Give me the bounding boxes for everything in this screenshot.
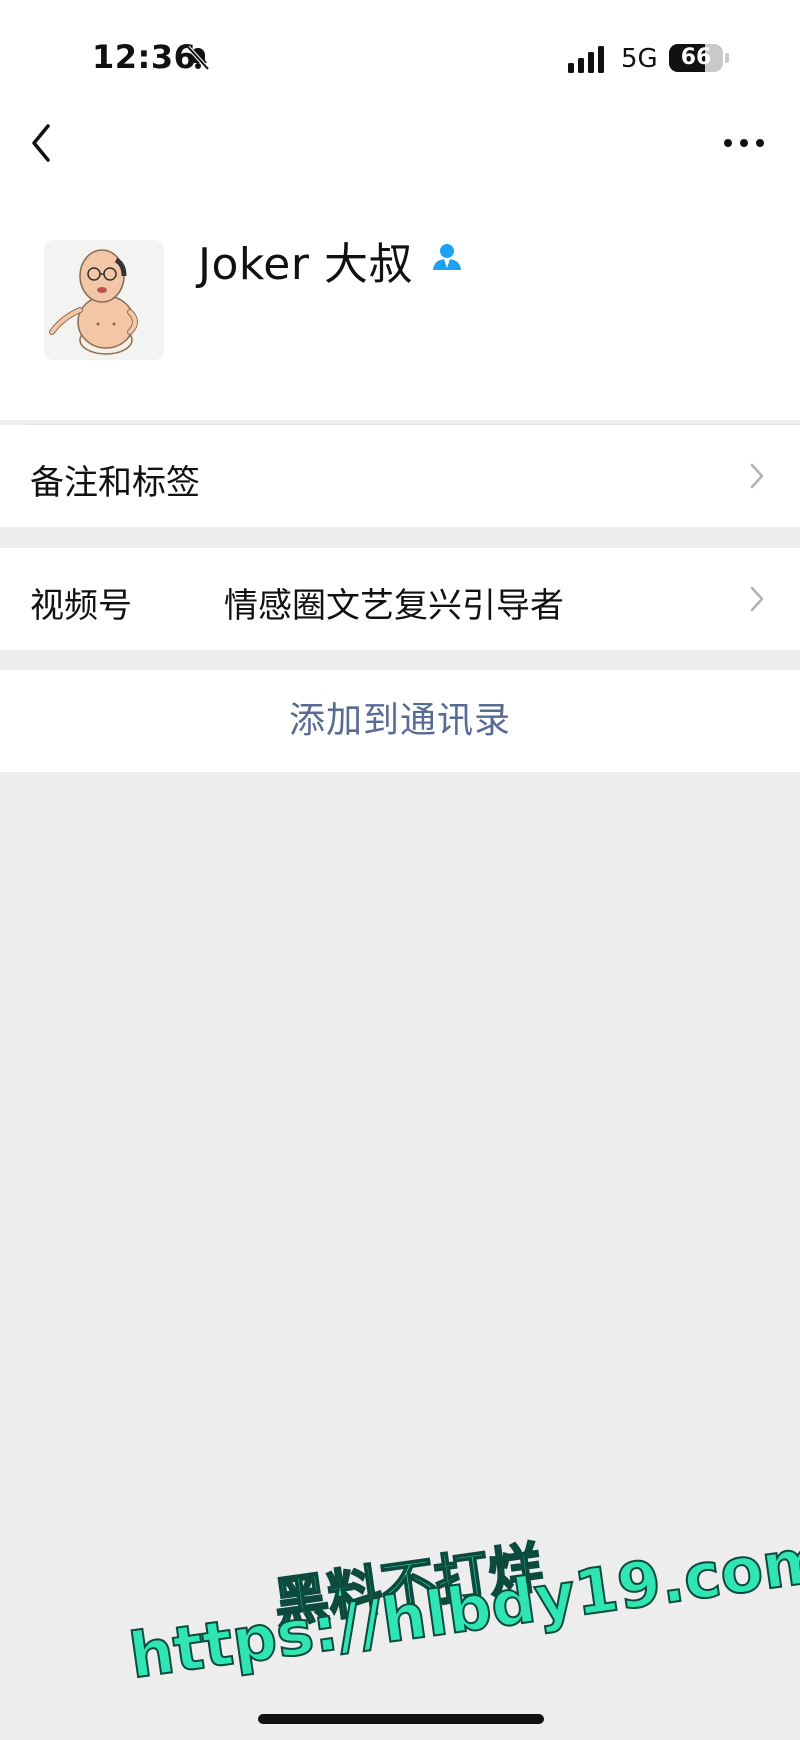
- add-to-contacts-label: 添加到通讯录: [288, 700, 511, 741]
- channels-value: 情感圈文艺复兴引导者: [224, 586, 564, 626]
- network-type: 5G: [621, 44, 658, 74]
- battery-level: 66: [680, 45, 712, 70]
- watermark: 黑料不打烊 https://hlbdy19.com: [124, 1521, 800, 1740]
- bell-muted-icon: [186, 45, 210, 71]
- chevron-right-icon: [750, 463, 764, 489]
- add-to-contacts-button[interactable]: 添加到通讯录: [0, 670, 800, 772]
- remark-tags-label: 备注和标签: [30, 463, 200, 503]
- nav-bar: [0, 118, 800, 218]
- user-verified-icon: [433, 244, 461, 270]
- avatar[interactable]: [44, 240, 164, 360]
- status-time: 12:36: [92, 38, 197, 76]
- chevron-left-icon[interactable]: [26, 120, 56, 166]
- battery-icon: 66: [669, 44, 731, 72]
- channels-row[interactable]: 视频号 情感圈文艺复兴引导者: [0, 548, 800, 650]
- channels-label: 视频号: [30, 586, 132, 626]
- profile-name: Joker 大叔: [198, 239, 413, 290]
- signal-icon: [568, 46, 604, 73]
- home-indicator[interactable]: [258, 1714, 544, 1724]
- status-bar: 12:36 5G 66: [0, 0, 800, 118]
- more-dots-icon[interactable]: [720, 128, 768, 158]
- cartoon-avatar-image: [49, 249, 138, 355]
- chevron-right-icon: [750, 586, 764, 612]
- remark-tags-row[interactable]: 备注和标签: [0, 425, 800, 527]
